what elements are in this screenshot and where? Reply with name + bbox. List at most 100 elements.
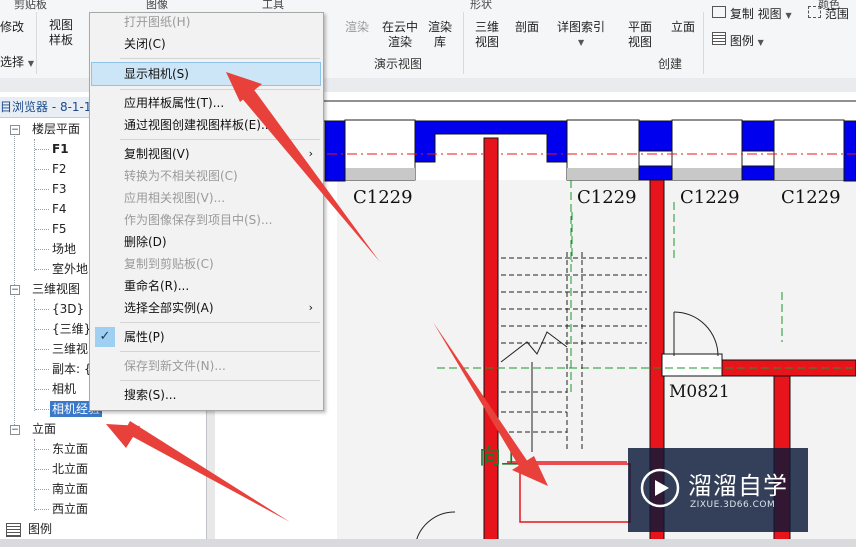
tree-item-floor-plan[interactable]: F2 [52,161,67,177]
create-group-label: 创建 [658,57,683,71]
submenu-arrow-icon: › [308,301,313,314]
group-title-shape: 形状 [470,0,492,11]
menu-item-apply-template-properties[interactable]: 应用样板属性(T)... [90,92,323,114]
context-menu: 打开图纸(H) 关闭(C) 显示相机(S) 应用样板属性(T)... 通过视图创… [89,12,324,411]
render-in-cloud-button[interactable]: 在云中 渲染 [380,20,420,50]
blue-wall [843,120,856,182]
duplicate-icon [712,6,726,18]
caret-down-icon: ▼ [27,59,34,68]
range-icon [808,6,821,18]
tree-connector [34,299,35,411]
menu-item-delete[interactable]: 删除(D) [90,231,323,253]
modify-button[interactable]: 修改 [0,20,24,35]
tree-item-3d-view[interactable]: 三维视 [52,341,88,357]
collapse-toggle[interactable]: − [10,125,20,135]
menu-item-copy-to-clipboard[interactable]: 复制到剪贴板(C) [90,253,323,275]
select-label: 选择 [0,55,25,69]
menu-item-convert-to-independent[interactable]: 转换为不相关视图(C) [90,165,323,187]
window-tag: C1229 [680,187,740,208]
duplicate-view-button[interactable]: 复制 视图 ▼ [712,6,792,23]
caret-down-icon: ▼ [578,38,585,47]
tree-item-floor-plan[interactable]: F1 [52,141,69,157]
collapse-toggle[interactable]: − [10,425,20,435]
menu-item-duplicate-view[interactable]: 复制视图(V) › [90,143,323,165]
menu-separator [120,322,320,323]
checkmark-icon: ✓ [95,327,115,347]
tree-item-floor-plan[interactable]: 室外地 [52,261,88,277]
submenu-arrow-icon: › [308,147,313,160]
ribbon-separator [703,12,704,74]
menu-separator [120,139,320,140]
ribbon-separator [36,12,37,74]
legend-icon [6,523,21,537]
view-template-button[interactable]: 视图 样板 [46,18,76,48]
door-opening [661,353,723,377]
menu-item-open-sheet[interactable]: 打开图纸(H) [90,11,323,33]
window-sill [345,168,415,180]
blue-wall [638,120,673,152]
status-strip [0,539,856,547]
door-tag: M0821 [669,382,730,402]
legend-icon [712,32,726,45]
select-dropdown[interactable]: 选择 ▼ [0,55,34,71]
plan-view-button[interactable]: 平面 视图 [626,20,654,50]
tree-item-3d-view[interactable]: 副本: { [52,361,92,377]
menu-separator [120,380,320,381]
watermark-logo: 溜溜自学 ZIXUE.3D66.COM [628,448,808,532]
tree-item-floor-plan[interactable]: F5 [52,221,67,237]
caret-down-icon: ▼ [757,38,764,47]
tree-node-3d-views[interactable]: 三维视图 [32,281,80,297]
menu-item-search[interactable]: 搜索(S)... [90,384,323,406]
tree-item-elevation[interactable]: 东立面 [52,441,88,457]
3d-view-button[interactable]: 三维 视图 [472,20,502,50]
blue-wall [741,165,775,181]
menu-item-save-as-image[interactable]: 作为图像保存到项目中(S)... [90,209,323,231]
menu-item-rename[interactable]: 重命名(R)... [90,275,323,297]
menu-separator [120,89,320,90]
tree-connector [34,139,35,271]
collapse-toggle[interactable]: − [10,285,20,295]
menu-item-apply-dependent-views[interactable]: 应用相关视图(V)... [90,187,323,209]
play-logo-icon [640,468,680,508]
presentation-view-group-label: 演示视图 [374,57,423,71]
ribbon-separator [463,12,464,74]
legend-label: 图例 [729,34,754,48]
window-sill [672,168,742,180]
range-button[interactable]: 范围 [808,6,849,22]
window-sill [567,168,639,180]
section-button[interactable]: 剖面 [515,20,539,35]
range-label: 范围 [824,7,849,21]
menu-item-create-template-from-view[interactable]: 通过视图创建视图样板(E)... [90,114,323,136]
tree-item-floor-plan[interactable]: F3 [52,181,67,197]
menu-item-properties[interactable]: ✓ 属性(P) [90,326,323,348]
tree-item-elevation[interactable]: 南立面 [52,481,88,497]
legend-button[interactable]: 图例 ▼ [712,32,764,50]
menu-separator [120,351,320,352]
callout-button[interactable]: 详图索引 [557,20,605,35]
menu-item-save-to-new-file[interactable]: 保存到新文件(N)... [90,355,323,377]
tree-item-3d-view[interactable]: {3D} [52,301,84,317]
menu-item-show-camera[interactable]: 显示相机(S) [91,62,321,86]
tree-item-3d-view[interactable]: 相机 [52,381,76,397]
menu-separator [120,58,320,59]
tree-item-elevation[interactable]: 西立面 [52,501,88,517]
window-tag: C1229 [781,187,841,208]
window-tag: C1229 [577,187,637,208]
tree-item-3d-view[interactable]: {三维} [52,321,91,337]
red-wall [483,137,499,547]
menu-item-select-all-instances[interactable]: 选择全部实例(A) › [90,297,323,319]
render-button[interactable]: 渲染 [345,20,369,35]
watermark-subtitle: ZIXUE.3D66.COM [690,500,776,510]
window-tag: C1229 [353,187,413,208]
render-gallery-button[interactable]: 渲染 库 [426,20,454,50]
tree-node-legend[interactable]: 图例 [28,521,52,537]
group-title-clipboard: 剪贴板 [14,0,47,11]
tree-node-elevations[interactable]: 立面 [32,421,56,437]
elevation-button[interactable]: 立面 [671,20,695,35]
tree-item-floor-plan[interactable]: F4 [52,201,67,217]
menu-item-close[interactable]: 关闭(C) [90,33,323,55]
tree-node-floor-plans[interactable]: 楼层平面 [32,121,80,137]
tree-item-elevation[interactable]: 北立面 [52,461,88,477]
tree-item-floor-plan[interactable]: 场地 [52,241,76,257]
watermark-title: 溜溜自学 [688,472,788,500]
